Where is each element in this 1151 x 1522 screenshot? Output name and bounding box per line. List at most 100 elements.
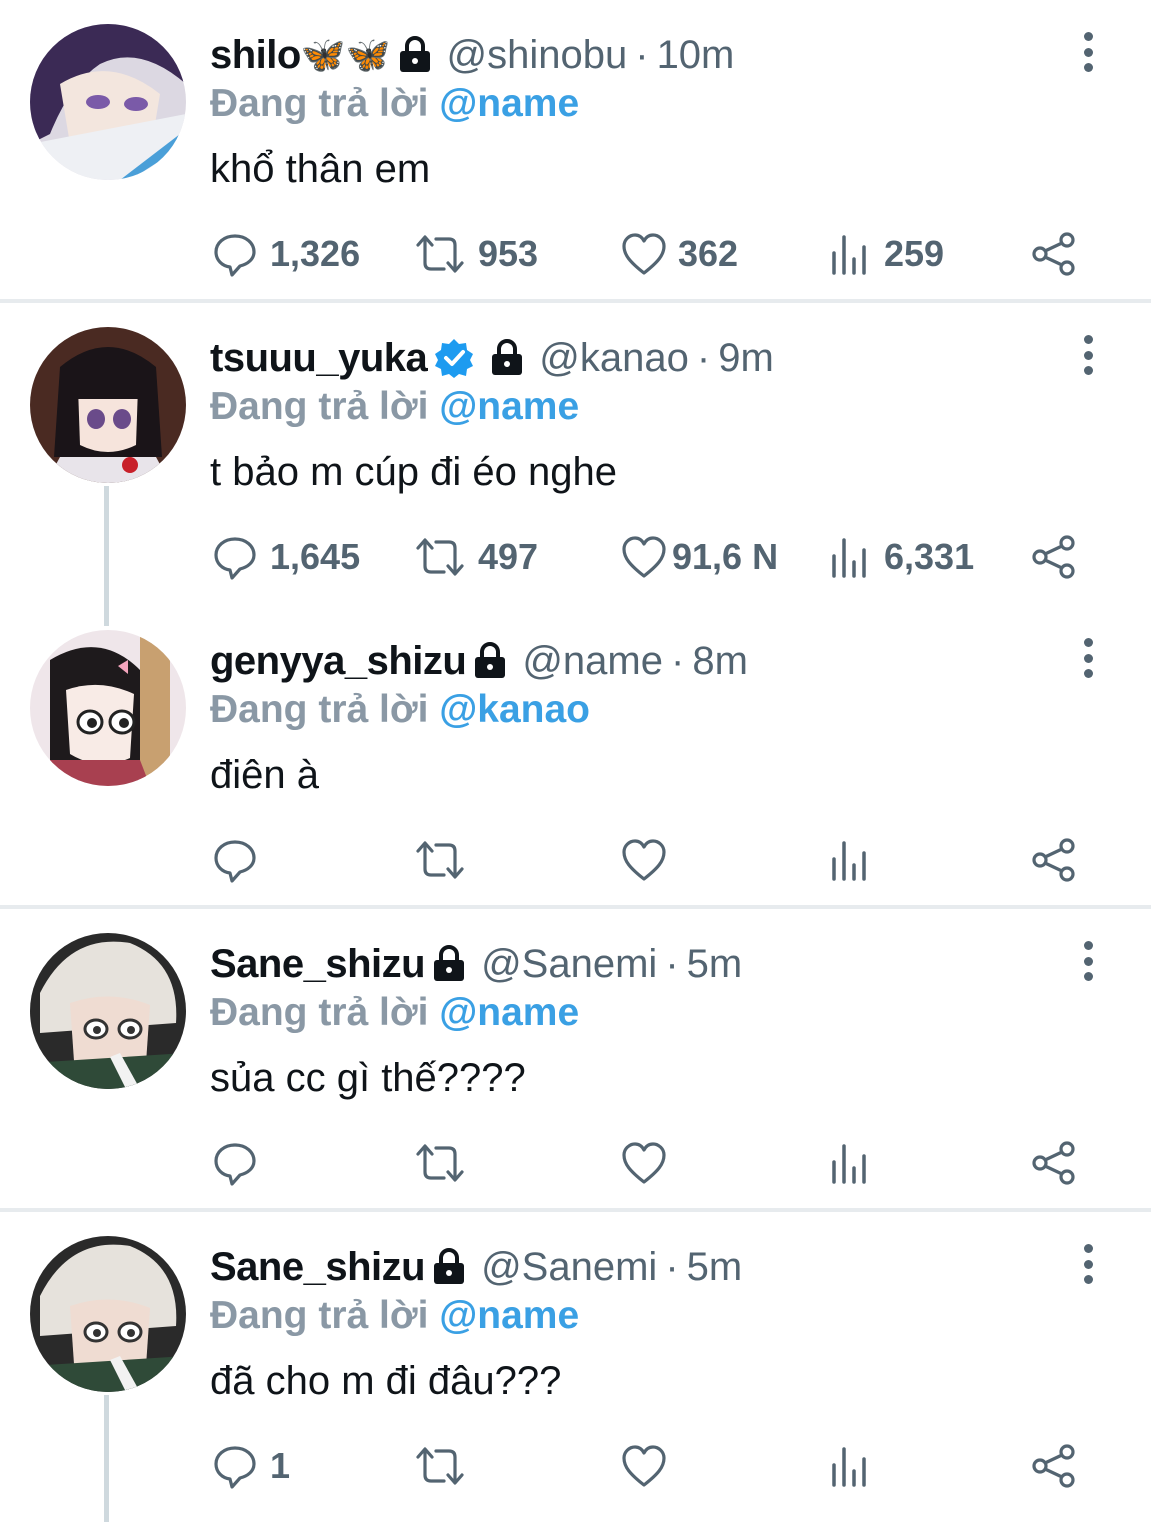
tweet-header: shilo 🦋🦋 @shinobu · 10m	[210, 30, 734, 80]
views-button[interactable]	[830, 1133, 884, 1193]
display-name[interactable]: genyya_shizu	[210, 636, 467, 686]
replying-to: Đang trả lời @name	[210, 1290, 579, 1342]
reply-prefix: Đang trả lời	[210, 385, 440, 428]
timestamp[interactable]: 5m	[687, 939, 743, 989]
retweet-button[interactable]: 953	[414, 224, 538, 284]
tweet-4[interactable]: Sane_shizu @Sanemi · 5m Đang trả lời @na…	[0, 909, 1151, 1209]
retweet-count: 497	[478, 536, 539, 577]
views-button[interactable]: 6,331	[830, 527, 974, 587]
retweet-icon	[416, 1144, 464, 1182]
action-bar: 1,645 497 91,6 N 6,331	[0, 527, 1151, 587]
retweet-button[interactable]	[414, 830, 478, 890]
reply-button[interactable]: 1,326	[212, 224, 360, 284]
timestamp[interactable]: 9m	[718, 333, 774, 383]
more-options-icon[interactable]	[1077, 638, 1099, 678]
more-options-icon[interactable]	[1077, 335, 1099, 375]
handle[interactable]: @Sanemi	[481, 1242, 657, 1292]
reply-button[interactable]: 1,645	[212, 527, 360, 587]
reply-prefix: Đang trả lời	[210, 991, 440, 1034]
replying-to: Đang trả lời @name	[210, 78, 579, 130]
tweet-5[interactable]: Sane_shizu @Sanemi · 5m Đang trả lời @na…	[0, 1212, 1151, 1522]
more-options-icon[interactable]	[1077, 1244, 1099, 1284]
timestamp[interactable]: 8m	[692, 636, 748, 686]
action-bar: 1,326 953 362 259	[0, 224, 1151, 284]
like-button[interactable]	[620, 830, 672, 890]
reply-button[interactable]: 1	[212, 1436, 290, 1496]
reply-mention-link[interactable]: @name	[439, 1294, 579, 1337]
comment-icon	[214, 1446, 256, 1489]
tweet-text: đã cho m đi đâu???	[210, 1359, 562, 1403]
more-options-icon[interactable]	[1077, 32, 1099, 72]
views-icon	[832, 1447, 866, 1487]
avatar[interactable]	[30, 1236, 186, 1392]
display-name[interactable]: Sane_shizu	[210, 939, 426, 989]
display-name[interactable]: shilo	[210, 30, 301, 80]
tweet-1[interactable]: shilo 🦋🦋 @shinobu · 10m Đang trả lời @na…	[0, 0, 1151, 300]
share-button[interactable]	[1030, 1436, 1078, 1496]
avatar-image	[30, 24, 186, 180]
like-button[interactable]	[620, 1436, 672, 1496]
heart-icon	[622, 233, 666, 275]
separator-dot: ·	[665, 942, 679, 986]
tweet-header: Sane_shizu @Sanemi · 5m	[210, 939, 742, 989]
share-icon	[1032, 232, 1075, 276]
action-bar	[0, 1133, 1151, 1193]
share-icon	[1032, 535, 1075, 579]
retweet-button[interactable]	[414, 1133, 478, 1193]
reply-mention-link[interactable]: @name	[439, 385, 579, 428]
like-button[interactable]	[620, 1133, 672, 1193]
heart-icon	[622, 1445, 666, 1487]
handle[interactable]: @name	[522, 636, 663, 686]
tweet-text: khổ thân em	[210, 147, 431, 191]
comment-icon	[214, 1143, 256, 1186]
reply-count: 1,326	[270, 233, 361, 274]
lock-icon	[489, 339, 525, 377]
like-button[interactable]: 91,6 N	[620, 527, 778, 587]
replying-to: Đang trả lời @kanao	[210, 684, 590, 736]
lock-icon	[431, 1248, 467, 1286]
display-name[interactable]: tsuuu_yuka	[210, 333, 428, 383]
views-button[interactable]	[830, 1436, 884, 1496]
share-button[interactable]	[1030, 527, 1078, 587]
handle[interactable]: @kanao	[539, 333, 689, 383]
tweet-2[interactable]: tsuuu_yuka @kanao · 9m Đang trả lời @nam…	[0, 303, 1151, 603]
handle[interactable]: @shinobu	[447, 30, 628, 80]
views-button[interactable]	[830, 830, 884, 890]
lock-icon	[431, 945, 467, 983]
tweet-3[interactable]: genyya_shizu @name · 8m Đang trả lời @ka…	[0, 606, 1151, 906]
reply-button[interactable]	[212, 1133, 270, 1193]
avatar[interactable]	[30, 24, 186, 180]
views-button[interactable]: 259	[830, 224, 944, 284]
views-icon	[832, 1144, 866, 1184]
separator-dot: ·	[635, 33, 649, 77]
separator-dot: ·	[696, 336, 711, 380]
views-icon	[832, 235, 866, 275]
retweet-button[interactable]	[414, 1436, 478, 1496]
share-button[interactable]	[1030, 1133, 1078, 1193]
like-button[interactable]: 362	[620, 224, 738, 284]
share-button[interactable]	[1030, 830, 1078, 890]
timestamp[interactable]: 10m	[657, 30, 735, 80]
reply-mention-link[interactable]: @kanao	[439, 688, 590, 731]
avatar[interactable]	[30, 630, 186, 786]
separator-dot: ·	[671, 639, 685, 683]
retweet-button[interactable]: 497	[414, 527, 538, 587]
tweet-text: điên à	[210, 753, 319, 797]
share-icon	[1032, 838, 1075, 882]
avatar[interactable]	[30, 933, 186, 1089]
share-icon	[1032, 1444, 1075, 1488]
timestamp[interactable]: 5m	[687, 1242, 743, 1292]
replying-to: Đang trả lời @name	[210, 381, 579, 433]
tweet-header: Sane_shizu @Sanemi · 5m	[210, 1242, 742, 1292]
reply-mention-link[interactable]: @name	[439, 82, 579, 125]
views-count: 6,331	[884, 536, 975, 577]
display-name[interactable]: Sane_shizu	[210, 1242, 426, 1292]
handle[interactable]: @Sanemi	[481, 939, 657, 989]
more-options-icon[interactable]	[1077, 941, 1099, 981]
reply-mention-link[interactable]: @name	[439, 991, 579, 1034]
avatar-image	[30, 1236, 186, 1392]
tweet-text: sủa cc gì thế????	[210, 1056, 526, 1100]
share-button[interactable]	[1030, 224, 1078, 284]
reply-button[interactable]	[212, 830, 270, 890]
avatar[interactable]	[30, 327, 186, 483]
